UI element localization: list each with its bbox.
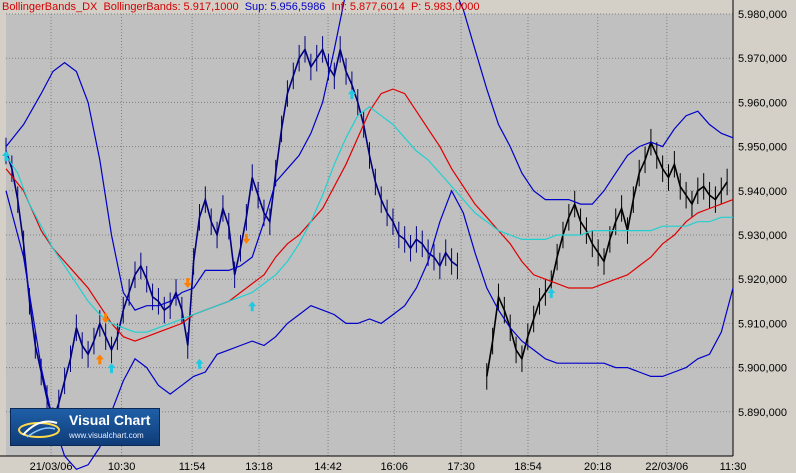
x-tick-label: 20:18 xyxy=(584,461,612,473)
x-tick-label: 21/03/06 xyxy=(30,461,73,473)
visual-chart-logo: Visual Chart www.visualchart.com xyxy=(10,408,160,446)
x-tick-label: 16:06 xyxy=(380,461,408,473)
x-tick-label: 11:54 xyxy=(179,461,206,473)
x-tick-label: 22/03/06 xyxy=(645,461,688,473)
y-tick-label: 5.890,000 xyxy=(738,407,787,419)
chart-window: 5.890,000 5.900,000 5.910,000 5.920,000 5.93… xyxy=(0,0,796,473)
y-tick-label: 5.980,000 xyxy=(738,9,787,21)
period-value: P: 5.983,0000 xyxy=(410,1,480,13)
indicator-value: BollingerBands: 5.917,1000 xyxy=(103,1,239,13)
upper-band-value: Sup: 5.956,5986 xyxy=(244,1,326,13)
x-tick-label: 18:54 xyxy=(514,461,542,473)
logo-name: Visual Chart xyxy=(69,412,151,428)
indicator-header: BollingerBands_DX BollingerBands: 5.917,… xyxy=(0,0,736,14)
y-tick-label: 5.920,000 xyxy=(738,274,787,286)
y-tick-label: 5.940,000 xyxy=(738,186,787,198)
logo-url: www.visualchart.com xyxy=(69,431,144,440)
y-tick-label: 5.930,000 xyxy=(738,230,787,242)
swirl-logo-icon xyxy=(18,420,60,438)
lower-band-value: Inf: 5.877,6014 xyxy=(331,1,405,13)
y-tick-label: 5.950,000 xyxy=(738,142,787,154)
x-tick-label: 17:30 xyxy=(447,461,475,473)
price-chart[interactable]: 5.890,000 5.900,000 5.910,000 5.920,000 5.93… xyxy=(0,0,796,473)
y-tick-label: 5.900,000 xyxy=(738,363,787,375)
y-tick-label: 5.960,000 xyxy=(738,97,787,109)
y-tick-label: 5.910,000 xyxy=(738,318,787,330)
y-tick-label: 5.970,000 xyxy=(738,53,787,65)
x-tick-label: 13:18 xyxy=(245,461,273,473)
x-tick-label: 10:30 xyxy=(108,461,136,473)
indicator-name: BollingerBands_DX xyxy=(2,1,98,13)
x-tick-label: 14:42 xyxy=(314,461,342,473)
x-tick-label: 11:30 xyxy=(720,461,747,473)
